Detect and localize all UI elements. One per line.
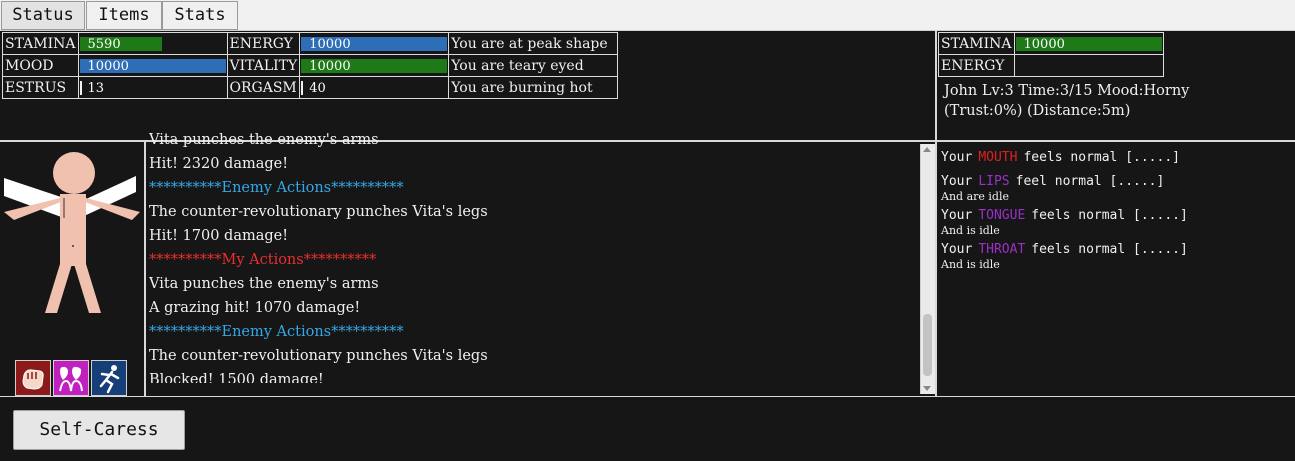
battle-log: Vita punches the enemy's arms Hit! 2320 d…	[149, 128, 919, 383]
enemy-info-line1: John Lv:3 Time:3/15 Mood:Horny	[944, 83, 1190, 99]
body-part-prefix: Your	[941, 242, 973, 257]
log-line: Hit! 1700 damage!	[149, 228, 289, 244]
body-part-name: MOUTH	[978, 150, 1018, 165]
log-line: Hit! 2320 damage!	[149, 156, 289, 172]
stat-status-text: You are burning hot	[448, 76, 619, 99]
stat-bar: 5590	[79, 36, 162, 52]
body-parts-list: Your MOUTH feels normal [.....] Your LIPS fee…	[941, 150, 1281, 276]
player-stats-row: ESTRUS 13 ORGASM 40 You are burning hot	[2, 76, 619, 99]
body-part-substate: And are idle	[941, 190, 1009, 203]
scroll-up-arrow[interactable]	[923, 147, 931, 152]
stat-bar: 10000	[301, 36, 448, 52]
body-part-row: Your LIPS feel normal [.....]	[941, 174, 1281, 190]
character-figure	[4, 152, 140, 313]
stat-status-text: You are at peak shape	[448, 32, 619, 55]
self-caress-button[interactable]: Self-Caress	[13, 410, 185, 450]
scroll-down-arrow[interactable]	[923, 386, 931, 391]
stat-label: VITALITY	[226, 54, 301, 77]
player-stats-row: STAMINA 5590 ENERGY 10000 You are at peak sh…	[2, 32, 619, 55]
log-line: **********My Actions**********	[149, 252, 377, 268]
enemy-info: John Lv:3 Time:3/15 Mood:Horny (Trust:0%…	[944, 81, 1189, 121]
tab-stats[interactable]: Stats	[162, 1, 238, 30]
body-part-substate	[941, 166, 1281, 169]
player-stats-table: STAMINA 5590 ENERGY 10000 You are at peak sh…	[2, 32, 619, 99]
stat-bar: 10000	[79, 58, 226, 74]
stat-bar: 40	[301, 80, 447, 96]
log-line: Blocked! 1500 damage!	[149, 372, 324, 383]
log-line: Vita punches the enemy's arms	[149, 132, 379, 148]
stat-label: ESTRUS	[2, 76, 79, 99]
body-part-state: feels normal [.....]	[1031, 208, 1188, 223]
scroll-thumb[interactable]	[923, 314, 932, 376]
enemy-info-line2: (Trust:0%) (Distance:5m)	[944, 103, 1131, 119]
enemy-stamina-label: STAMINA	[938, 32, 1015, 55]
log-line: Vita punches the enemy's arms	[149, 276, 379, 292]
log-scrollbar[interactable]	[920, 144, 935, 394]
body-part-name: TONGUE	[978, 208, 1026, 223]
body-part-row: Your TONGUE feels normal [.....]	[941, 208, 1281, 224]
hearts-couple-icon[interactable]	[53, 360, 89, 396]
body-part-state: feel normal [.....]	[1015, 174, 1165, 189]
fist-icon[interactable]	[15, 360, 51, 396]
log-line: The counter-revolutionary punches Vita's…	[149, 204, 488, 220]
body-part-prefix: Your	[941, 208, 973, 223]
body-part-state: feels normal [.....]	[1031, 242, 1188, 257]
player-stats-row: MOOD 10000 VITALITY 10000 You are teary eyed	[2, 54, 619, 77]
enemy-stats-table: STAMINA 10000 ENERGY	[938, 32, 1164, 77]
enemy-stamina-bar: 10000	[1015, 36, 1162, 52]
tab-status[interactable]: Status	[1, 1, 85, 30]
stat-bar: 13	[79, 80, 226, 96]
body-part-row: Your MOUTH feels normal [.....]	[941, 150, 1281, 166]
body-part-name: THROAT	[978, 242, 1026, 257]
body-part-substate: And is idle	[941, 224, 1000, 237]
body-part-name: LIPS	[978, 174, 1010, 189]
running-figure-icon[interactable]	[91, 360, 127, 396]
body-part-row: Your THROAT feels normal [.....]	[941, 242, 1281, 258]
tab-bar: Status Items Stats	[0, 0, 1295, 31]
stat-bar: 10000	[301, 58, 448, 74]
stat-label: ORGASM	[226, 76, 301, 99]
body-part-prefix: Your	[941, 150, 973, 165]
stat-label: STAMINA	[2, 32, 79, 55]
stat-status-text: You are teary eyed	[448, 54, 619, 77]
body-part-state: feels normal [.....]	[1023, 150, 1180, 165]
log-line: **********Enemy Actions**********	[149, 180, 404, 196]
tab-items[interactable]: Items	[86, 1, 162, 30]
stat-label: MOOD	[2, 54, 79, 77]
log-line: The counter-revolutionary punches Vita's…	[149, 348, 488, 364]
log-line: **********Enemy Actions**********	[149, 324, 404, 340]
log-line: A grazing hit! 1070 damage!	[149, 300, 361, 316]
stat-label: ENERGY	[226, 32, 301, 55]
enemy-energy-label: ENERGY	[938, 54, 1015, 77]
body-part-prefix: Your	[941, 174, 973, 189]
body-part-substate: And is idle	[941, 258, 1000, 271]
